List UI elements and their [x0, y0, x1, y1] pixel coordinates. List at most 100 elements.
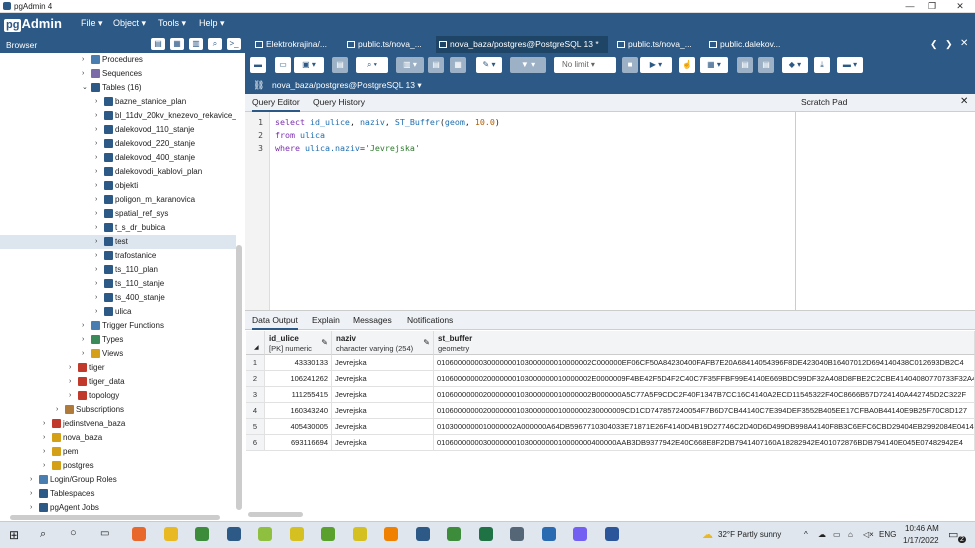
grid-corner[interactable]: ◢: [246, 331, 265, 355]
tab-data-output[interactable]: Data Output: [252, 315, 298, 330]
chevron-right-icon[interactable]: ›: [95, 221, 97, 235]
column-header-st-buffer[interactable]: st_buffer geometry: [434, 331, 975, 355]
tree-item[interactable]: › dalekovodi_kablovi_plan: [0, 165, 236, 179]
tab-messages[interactable]: Messages: [353, 315, 392, 325]
excel-icon[interactable]: [478, 527, 493, 541]
close-scratch-pad-icon[interactable]: ✕: [960, 96, 968, 107]
tree-item[interactable]: › Subscriptions: [0, 403, 236, 417]
battery-icon[interactable]: ▭: [833, 530, 841, 539]
maximize-button[interactable]: ❐: [922, 0, 942, 13]
tree-item[interactable]: › ts_110_stanje: [0, 277, 236, 291]
qgis-icon-2[interactable]: [289, 527, 304, 541]
tree-item[interactable]: › tiger: [0, 361, 236, 375]
weather-text[interactable]: 32°F Partly sunny: [718, 530, 781, 539]
filter-icon[interactable]: ▼ ▾: [510, 57, 546, 73]
view-data-icon[interactable]: ▦: [170, 38, 184, 50]
grid-cell[interactable]: 43330133: [265, 355, 332, 371]
tab-public-ts-1[interactable]: public.ts/nova_...: [344, 36, 430, 53]
tree-item[interactable]: › Types: [0, 333, 236, 347]
qgis-icon-3[interactable]: [321, 527, 335, 541]
tab-explain[interactable]: Explain: [312, 315, 340, 325]
tree-item[interactable]: › spatial_ref_sys: [0, 207, 236, 221]
grid-cell[interactable]: 0106000000030000000103000000010000000400…: [434, 435, 975, 451]
viber-icon[interactable]: [573, 527, 587, 541]
chevron-right-icon[interactable]: ›: [69, 361, 71, 375]
notifications-icon[interactable]: ▭: [948, 528, 958, 541]
chevron-right-icon[interactable]: ›: [56, 403, 58, 417]
search-objects-icon[interactable]: ⌕: [208, 38, 222, 50]
chevron-right-icon[interactable]: ›: [43, 445, 45, 459]
clock-time[interactable]: 10:46 AM: [905, 524, 939, 533]
tree-item[interactable]: ⌄ Tables (16): [0, 81, 236, 95]
folder-icon[interactable]: ▭: [275, 57, 291, 73]
language-indicator[interactable]: ENG: [879, 530, 896, 539]
onedrive-icon[interactable]: ☁: [818, 530, 826, 539]
chevron-right-icon[interactable]: ›: [95, 249, 97, 263]
row-number[interactable]: 6: [246, 435, 265, 451]
grid-horizontal-scrollbar[interactable]: [248, 512, 303, 517]
chevron-right-icon[interactable]: ›: [95, 151, 97, 165]
tree-item[interactable]: › ulica: [0, 305, 236, 319]
close-window-button[interactable]: ✕: [950, 0, 970, 13]
psql-tool-icon[interactable]: >_: [227, 38, 241, 50]
chevron-right-icon[interactable]: ›: [95, 95, 97, 109]
chevron-right-icon[interactable]: ›: [95, 165, 97, 179]
network-icon[interactable]: ⌂: [848, 530, 853, 539]
menu-tools[interactable]: Tools ▾: [158, 18, 186, 29]
paste-icon[interactable]: ▤: [428, 57, 444, 73]
open-file-icon[interactable]: ▬: [250, 57, 266, 73]
tab-query-editor[interactable]: Query Editor: [252, 97, 300, 112]
minimize-button[interactable]: —: [900, 0, 920, 13]
chevron-right-icon[interactable]: ›: [43, 459, 45, 473]
tree-item[interactable]: › poligon_m_karanovica: [0, 193, 236, 207]
tree-item[interactable]: › dalekovod_110_stanje: [0, 123, 236, 137]
grid-cell[interactable]: Jevrejska: [332, 435, 434, 451]
grid-cell[interactable]: 0106000000020000000103000000010000002E00…: [434, 371, 975, 387]
chevron-right-icon[interactable]: ›: [95, 263, 97, 277]
grid-cell[interactable]: Jevrejska: [332, 355, 434, 371]
start-icon[interactable]: ⊞: [9, 528, 19, 542]
chevron-right-icon[interactable]: ›: [95, 123, 97, 137]
grid-cell[interactable]: Jevrejska: [332, 371, 434, 387]
chevron-right-icon[interactable]: ›: [95, 207, 97, 221]
search-icon[interactable]: ⌕: [40, 528, 46, 541]
tree-item[interactable]: › Sequences: [0, 67, 236, 81]
chevron-right-icon[interactable]: ›: [95, 137, 97, 151]
tab-elektrokrajina[interactable]: Elektrokrajina/...: [252, 36, 338, 53]
tab-scroll-left-icon[interactable]: ❮: [930, 39, 938, 50]
tree-item[interactable]: › Views: [0, 347, 236, 361]
tree-item[interactable]: › pgAgent Jobs: [0, 501, 236, 513]
scratch-pad[interactable]: [795, 112, 975, 310]
tree-item[interactable]: › jedinstvena_baza: [0, 417, 236, 431]
close-tab-icon[interactable]: ✕: [960, 38, 968, 49]
tree-item[interactable]: › Tablespaces: [0, 487, 236, 501]
chevron-right-icon[interactable]: ›: [43, 431, 45, 445]
chevron-down-icon[interactable]: ⌄: [82, 81, 88, 95]
edge-icon[interactable]: [541, 527, 556, 541]
delete-icon[interactable]: ▦: [450, 57, 466, 73]
connection-label[interactable]: nova_baza/postgres@PostgreSQL 13 ▾: [272, 80, 422, 91]
grid-cell[interactable]: 111255415: [265, 387, 332, 403]
code-line[interactable]: where ulica.naziv='Jevrejska': [275, 143, 420, 153]
sql-editor[interactable]: [270, 112, 795, 310]
grid-cell[interactable]: 0106000000030000000103000000010000002C00…: [434, 355, 975, 371]
tree-item[interactable]: › t_s_dr_bubica: [0, 221, 236, 235]
app-icon[interactable]: [510, 527, 524, 541]
menu-file[interactable]: File ▾: [81, 18, 103, 29]
row-number[interactable]: 5: [246, 419, 265, 435]
menu-object[interactable]: Object ▾: [113, 18, 146, 29]
vlc-icon[interactable]: [384, 527, 398, 541]
qgis-icon-4[interactable]: [352, 527, 367, 541]
tree-item[interactable]: › trafostanice: [0, 249, 236, 263]
grid-cell[interactable]: Jevrejska: [332, 403, 434, 419]
commit-icon[interactable]: ▤: [737, 57, 753, 73]
tree-item[interactable]: › tiger_data: [0, 375, 236, 389]
tab-public-ts-2[interactable]: public.ts/nova_...: [614, 36, 700, 53]
tree-item[interactable]: › Login/Group Roles: [0, 473, 236, 487]
chevron-right-icon[interactable]: ›: [82, 319, 84, 333]
file-explorer-icon[interactable]: [163, 527, 178, 541]
row-number[interactable]: 1: [246, 355, 265, 371]
chevron-right-icon[interactable]: ›: [69, 375, 71, 389]
tree-item[interactable]: › dalekovod_220_stanje: [0, 137, 236, 151]
grid-cell[interactable]: 0103000000010000002A000000A64DB596771030…: [434, 419, 975, 435]
